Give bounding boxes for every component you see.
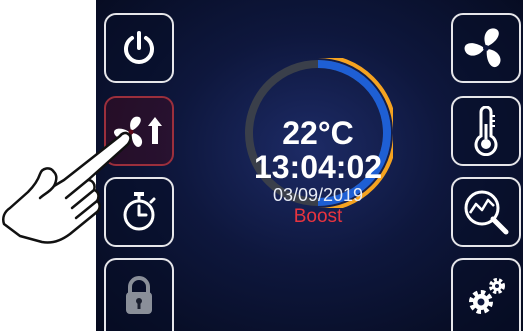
lock-icon [126,275,152,314]
temperature-button[interactable] [451,96,521,166]
date-value: 03/09/2019 [272,185,364,205]
chart-search-icon [464,190,509,235]
lock-button[interactable] [104,258,174,331]
thermometer-icon [474,106,498,156]
settings-button[interactable] [451,258,521,331]
clock-time: 13:04:02 [253,149,383,185]
fan-button[interactable] [451,13,521,83]
fan-icon [464,28,501,68]
power-icon [124,31,154,64]
temperature-value: 22°C [282,115,354,151]
history-chart-button[interactable] [451,177,521,247]
power-button[interactable] [104,13,174,83]
settings-icon [469,277,505,314]
status-readout: 22°C 13:04:02 03/09/2019 Boost [236,116,400,228]
hand-pointer-icon [2,131,132,244]
mode-label: Boost [293,206,343,227]
